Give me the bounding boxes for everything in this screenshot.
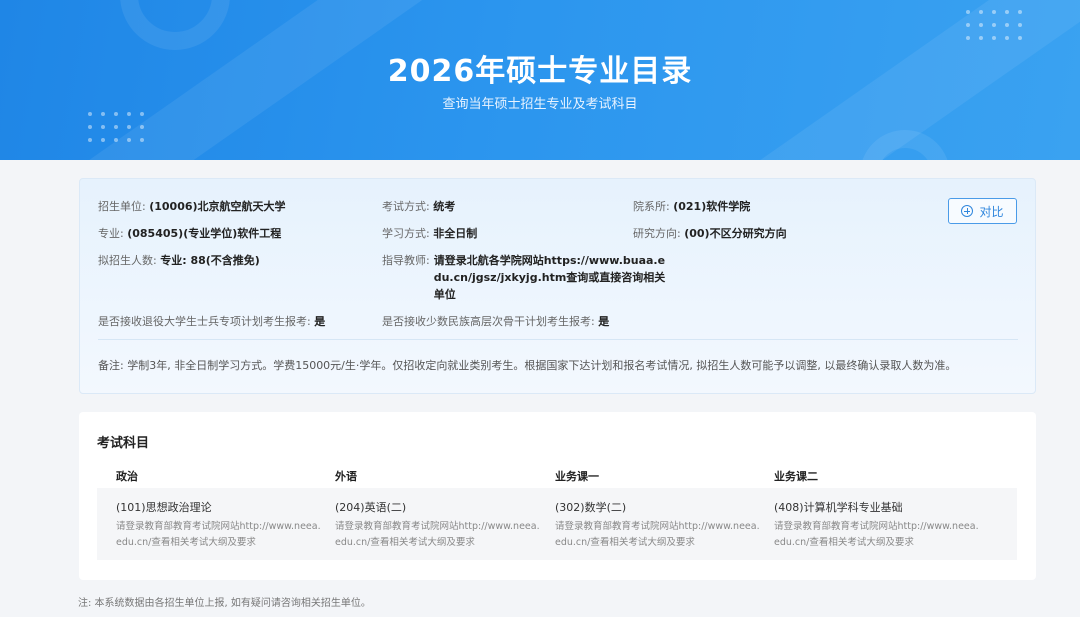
field-minority-plan: 是否接收少数民族高层次骨干计划考生报考: 是: [382, 313, 609, 330]
compare-button[interactable]: 对比: [948, 198, 1017, 224]
subject-name: (101)思想政治理论: [116, 501, 212, 514]
remark-text: 备注: 学制3年, 非全日制学习方式。学费15000元/生·学年。仅招收定向就业…: [98, 359, 957, 372]
footnote: 注: 本系统数据由各招生单位上报, 如有疑问请咨询相关招生单位。: [78, 598, 371, 609]
program-info-card: 招生单位: (10006)北京航空航天大学 考试方式: 统考 院系所: (021…: [79, 178, 1036, 394]
subject-description-line: 请登录教育部教育考试院网站http://www.neea.: [116, 521, 321, 532]
field-advisor-value-line: 单位: [433, 288, 456, 301]
subject-description-line: edu.cn/查看相关考试大纲及要求: [116, 537, 256, 548]
field-research-direction: 研究方向: (00)不区分研究方向: [633, 225, 787, 242]
field-study-mode-label: 学习方式:: [382, 227, 430, 240]
subject-description-line: edu.cn/查看相关考试大纲及要求: [555, 537, 695, 548]
subject-description-line: 请登录教育部教育考试院网站http://www.neea.: [774, 521, 979, 532]
field-department-value: (021)软件学院: [673, 200, 751, 213]
field-planned-enrollment: 拟招生人数: 专业: 88(不含推免): [98, 252, 260, 269]
field-advisor-value-line: du.cn/jgsz/jxkyjg.htm查询或直接咨询相关: [433, 271, 666, 284]
field-major-label: 专业:: [98, 227, 124, 240]
subject-name: (204)英语(二): [335, 501, 407, 514]
field-study-mode-value: 非全日制: [433, 227, 478, 240]
field-exam-method-value: 统考: [433, 200, 456, 213]
field-exam-method: 考试方式: 统考: [382, 198, 455, 215]
field-unit: 招生单位: (10006)北京航空航天大学: [98, 198, 286, 215]
subject-description-line: edu.cn/查看相关考试大纲及要求: [335, 537, 475, 548]
subject-cell-course-two: (408)计算机学科专业基础 请登录教育部教育考试院网站http://www.n…: [774, 500, 984, 551]
column-header-course-one: 业务课一: [555, 470, 599, 483]
decorative-dots: [966, 10, 1022, 40]
field-research-direction-label: 研究方向:: [633, 227, 681, 240]
column-header-politics: 政治: [116, 470, 138, 483]
field-exam-method-label: 考试方式:: [382, 200, 430, 213]
field-veteran-plan-value: 是: [314, 315, 326, 328]
subject-cell-politics: (101)思想政治理论 请登录教育部教育考试院网站http://www.neea…: [116, 500, 326, 551]
subject-description-line: 请登录教育部教育考试院网站http://www.neea.: [335, 521, 540, 532]
field-planned-enrollment-value: 专业: 88(不含推免): [160, 254, 260, 267]
subject-description-line: edu.cn/查看相关考试大纲及要求: [774, 537, 914, 548]
field-advisor: 指导教师: 请登录北航各学院网站https://www.buaa.e du.cn…: [382, 252, 665, 303]
field-study-mode: 学习方式: 非全日制: [382, 225, 477, 242]
table-row: (101)思想政治理论 请登录教育部教育考试院网站http://www.neea…: [97, 488, 1017, 560]
page-banner: 2026年硕士专业目录 查询当年硕士招生专业及考试科目: [0, 0, 1080, 160]
column-header-foreign-language: 外语: [335, 470, 357, 483]
compare-button-label: 对比: [979, 204, 1004, 219]
subject-description: 请登录教育部教育考试院网站http://www.neea. edu.cn/查看相…: [555, 519, 765, 551]
field-minority-plan-value: 是: [598, 315, 610, 328]
field-department-label: 院系所:: [633, 200, 670, 213]
field-major: 专业: (085405)(专业学位)软件工程: [98, 225, 281, 242]
field-department: 院系所: (021)软件学院: [633, 198, 750, 215]
subject-cell-foreign-language: (204)英语(二) 请登录教育部教育考试院网站http://www.neea.…: [335, 500, 545, 551]
decorative-circle: [120, 0, 230, 50]
field-unit-value: (10006)北京航空航天大学: [149, 200, 286, 213]
field-veteran-plan: 是否接收退役大学生士兵专项计划考生报考: 是: [98, 313, 325, 330]
subject-description: 请登录教育部教育考试院网站http://www.neea. edu.cn/查看相…: [335, 519, 545, 551]
subject-description: 请登录教育部教育考试院网站http://www.neea. edu.cn/查看相…: [116, 519, 326, 551]
field-advisor-label: 指导教师:: [382, 254, 430, 267]
exam-subjects-title: 考试科目: [97, 436, 150, 451]
field-advisor-value-line: 请登录北航各学院网站https://www.buaa.e: [433, 254, 666, 267]
subject-cell-course-one: (302)数学(二) 请登录教育部教育考试院网站http://www.neea.…: [555, 500, 765, 551]
subject-name: (302)数学(二): [555, 501, 627, 514]
add-circle-icon: [961, 205, 974, 217]
decorative-dots: [88, 112, 144, 142]
column-header-course-two: 业务课二: [774, 470, 818, 483]
subject-description: 请登录教育部教育考试院网站http://www.neea. edu.cn/查看相…: [774, 519, 984, 551]
divider: [98, 339, 1018, 340]
exam-subjects-card: 考试科目 政治 外语 业务课一 业务课二 (101)思想政治理论 请登录教育部教…: [79, 412, 1036, 580]
subject-name: (408)计算机学科专业基础: [774, 501, 903, 514]
field-minority-plan-label: 是否接收少数民族高层次骨干计划考生报考:: [382, 315, 595, 328]
field-unit-label: 招生单位:: [98, 200, 146, 213]
field-major-value: (085405)(专业学位)软件工程: [127, 227, 282, 240]
field-planned-enrollment-label: 拟招生人数:: [98, 254, 157, 267]
page-title: 2026年硕士专业目录: [387, 54, 693, 89]
field-veteran-plan-label: 是否接收退役大学生士兵专项计划考生报考:: [98, 315, 311, 328]
field-research-direction-value: (00)不区分研究方向: [684, 227, 787, 240]
subject-description-line: 请登录教育部教育考试院网站http://www.neea.: [555, 521, 760, 532]
page-subtitle: 查询当年硕士招生专业及考试科目: [442, 97, 638, 112]
